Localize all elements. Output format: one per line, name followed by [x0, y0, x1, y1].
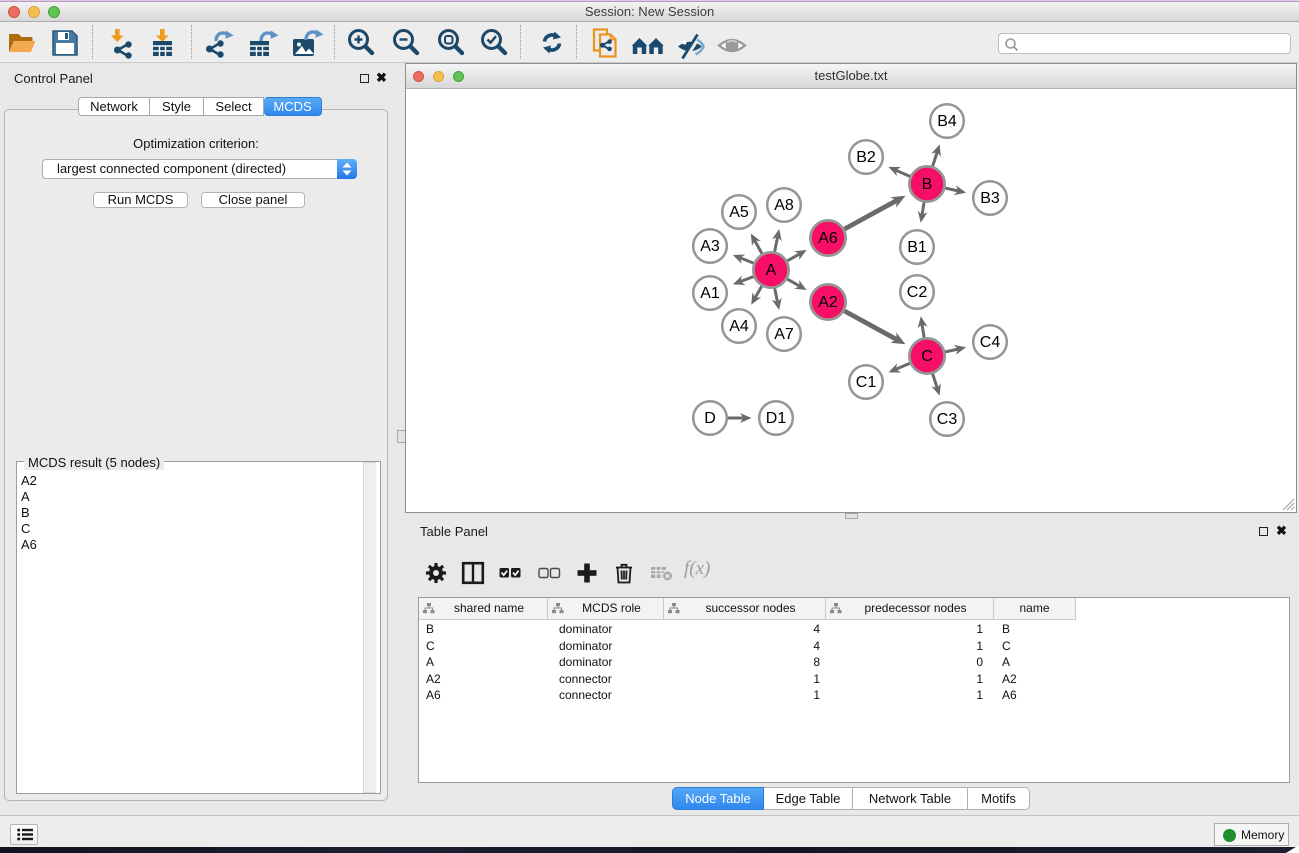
svg-text:D: D	[704, 410, 716, 427]
svg-text:A1: A1	[700, 285, 720, 302]
svg-text:B3: B3	[980, 190, 1000, 207]
svg-text:A2: A2	[818, 294, 838, 311]
svg-text:C4: C4	[980, 334, 1001, 351]
svg-text:B4: B4	[937, 113, 957, 130]
svg-text:A5: A5	[729, 204, 749, 221]
svg-text:C: C	[921, 348, 933, 365]
svg-text:A4: A4	[729, 318, 749, 335]
svg-text:B2: B2	[856, 149, 876, 166]
svg-text:B: B	[922, 176, 933, 193]
svg-text:D1: D1	[766, 410, 787, 427]
svg-text:A: A	[766, 262, 777, 279]
svg-text:A6: A6	[818, 230, 838, 247]
svg-text:A7: A7	[774, 326, 794, 343]
svg-text:A3: A3	[700, 238, 720, 255]
svg-text:C2: C2	[907, 284, 928, 301]
svg-text:A8: A8	[774, 197, 794, 214]
svg-text:B1: B1	[907, 239, 927, 256]
svg-text:C3: C3	[937, 411, 958, 428]
svg-text:C1: C1	[856, 374, 877, 391]
